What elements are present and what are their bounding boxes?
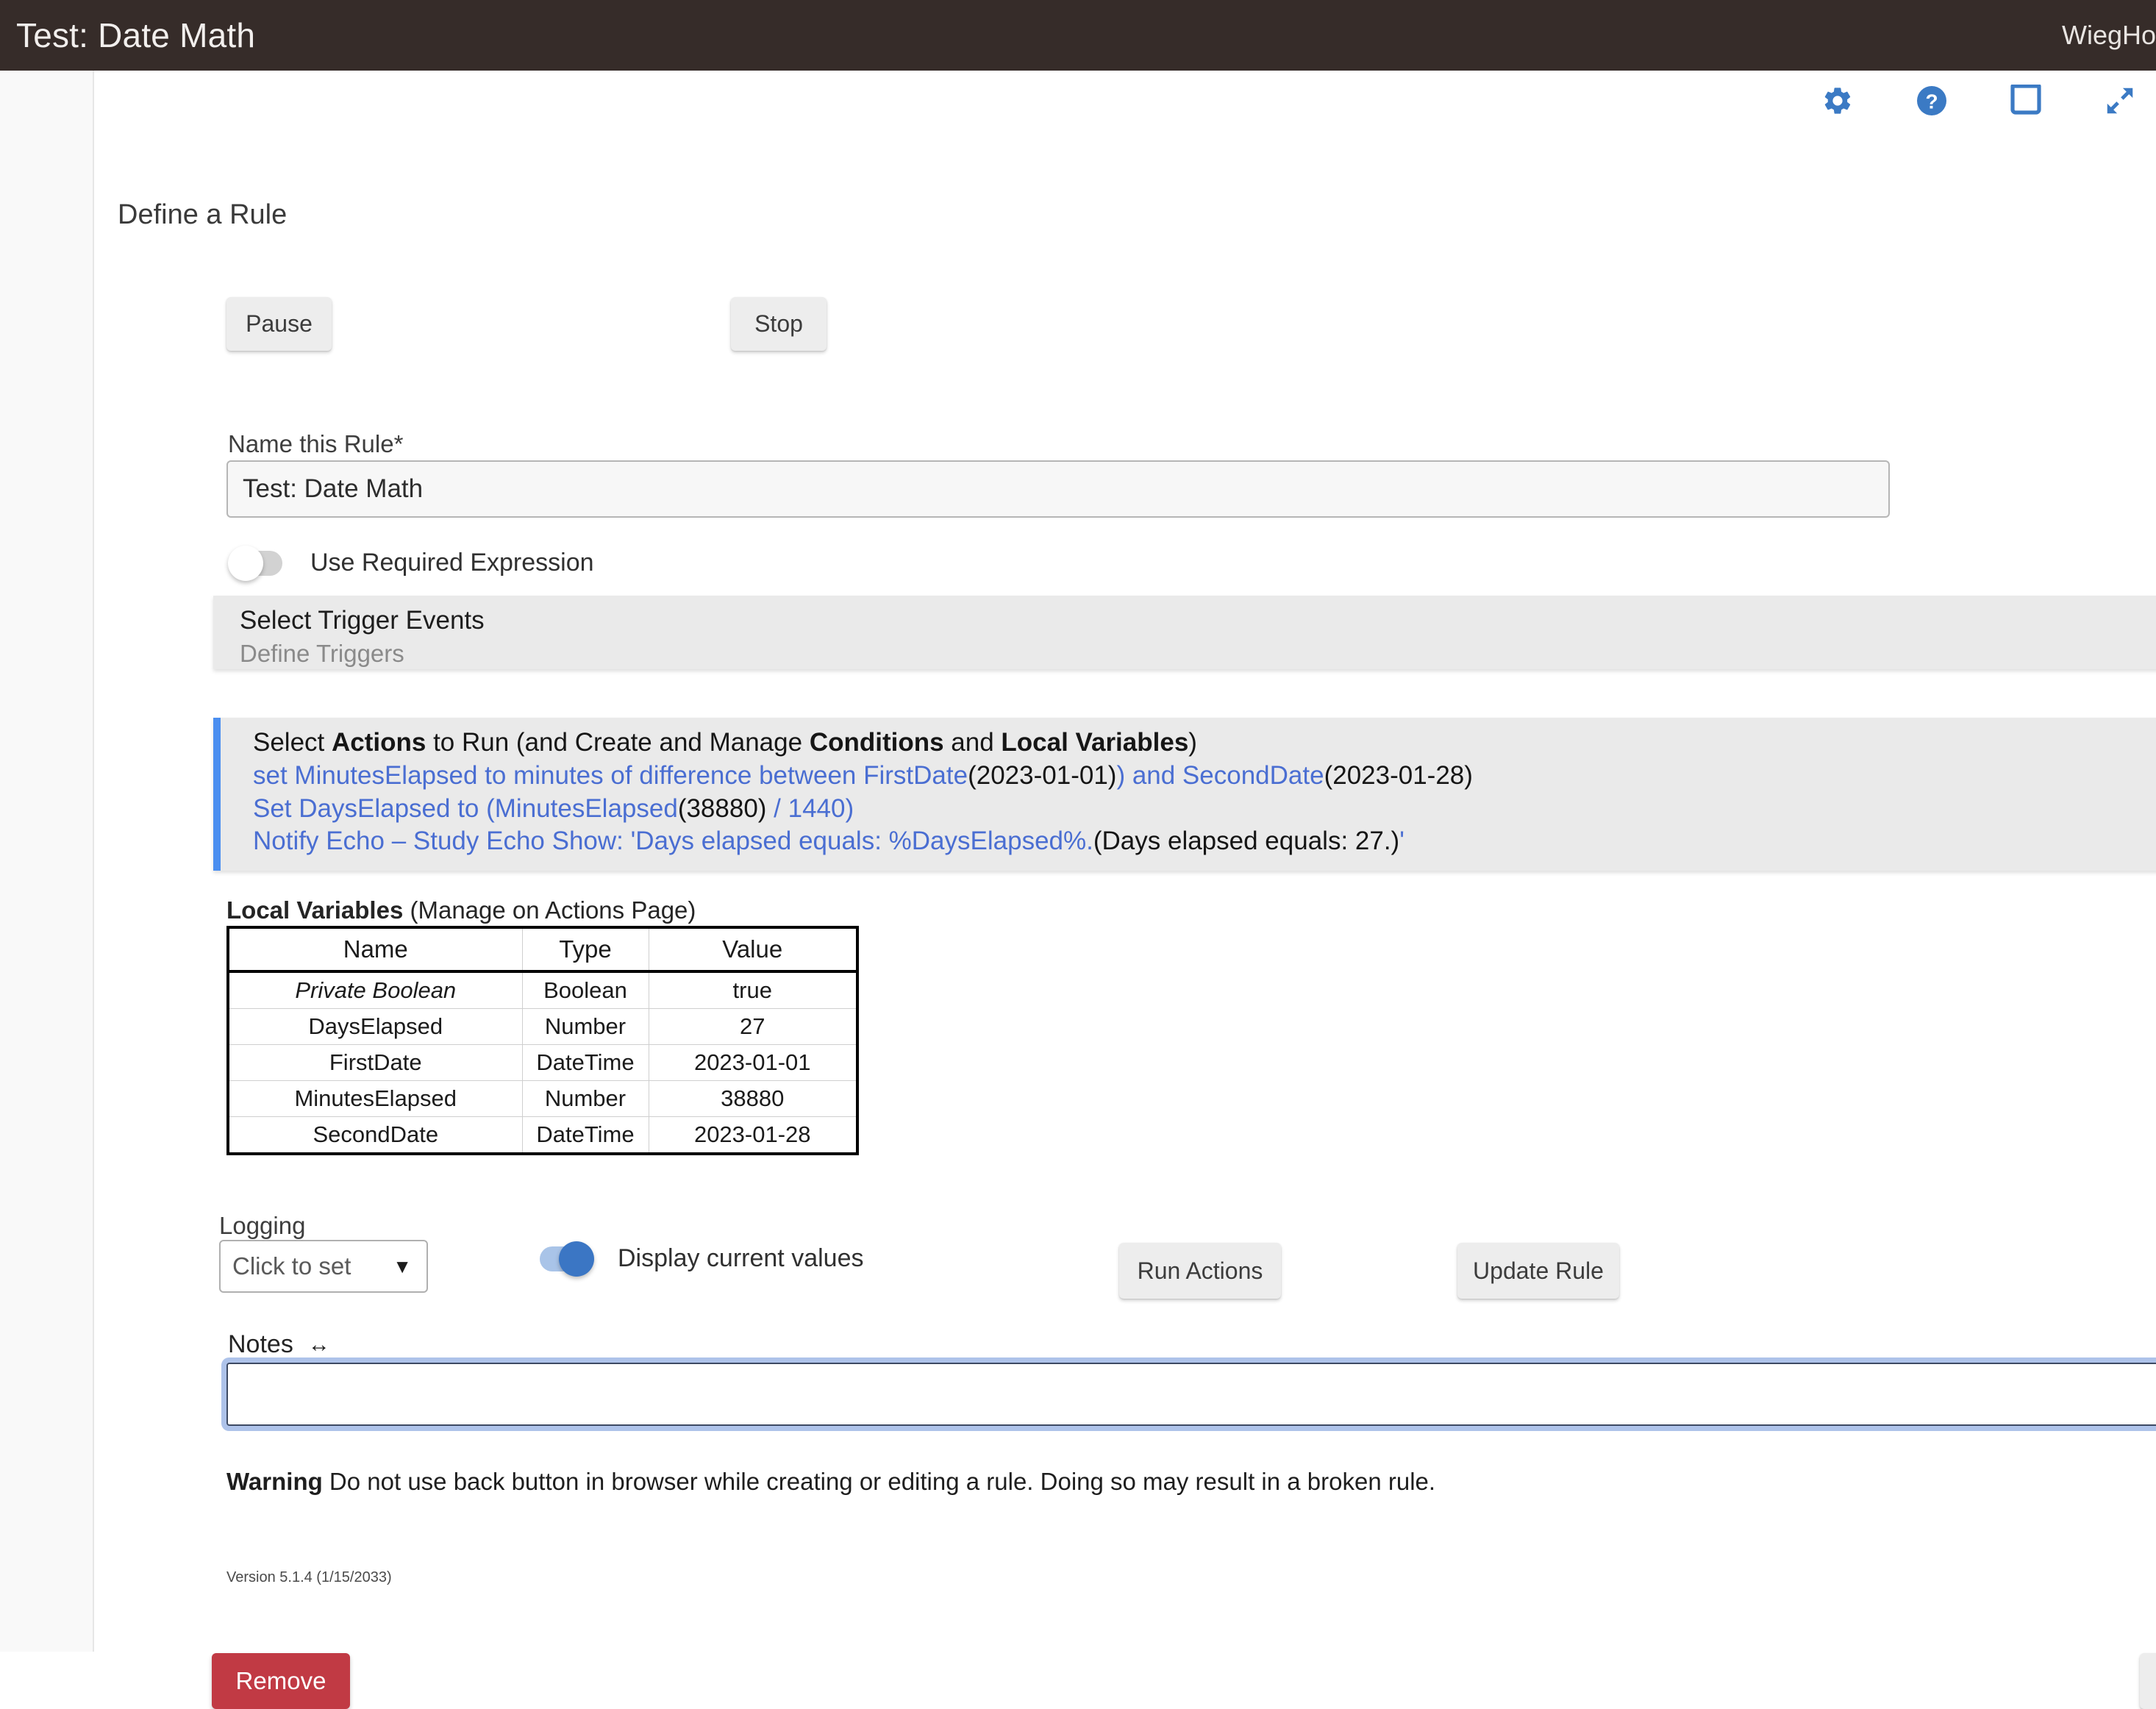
- table-row: DaysElapsed Number 27: [228, 1008, 857, 1045]
- variable-type: Boolean: [521, 971, 649, 1009]
- window-icon[interactable]: [2005, 79, 2047, 122]
- main-content-area: ? Define a Rule Pause Stop Name this Rul…: [96, 71, 2156, 1709]
- logging-select[interactable]: Click to set ▼: [219, 1240, 428, 1293]
- run-actions-button[interactable]: Run Actions: [1119, 1243, 1281, 1299]
- toolbar-icon-row: ?: [1816, 79, 2141, 122]
- variable-name: DaysElapsed: [228, 1008, 523, 1045]
- action-line-2[interactable]: Set DaysElapsed to (MinutesElapsed(38880…: [253, 793, 2156, 826]
- variable-value: 2023-01-28: [648, 1116, 857, 1155]
- gear-icon[interactable]: [1816, 79, 1859, 122]
- display-current-values-label: Display current values: [618, 1244, 864, 1272]
- use-required-expression-label: Use Required Expression: [310, 549, 594, 577]
- local-variables-title: Local Variables (Manage on Actions Page): [226, 896, 696, 924]
- actions-heading-p1: Select: [253, 728, 332, 757]
- use-required-expression-row: Use Required Expression: [228, 545, 594, 581]
- column-header-name: Name: [227, 927, 523, 973]
- actions-panel-heading: Select Actions to Run (and Create and Ma…: [253, 727, 2156, 760]
- local-variables-title-sub: (Manage on Actions Page): [403, 896, 696, 924]
- remove-button[interactable]: Remove: [212, 1653, 350, 1709]
- notes-label-row: Notes ↔: [228, 1330, 330, 1359]
- app-header-bar: Test: Date Math WiegHom: [0, 0, 2156, 71]
- app-title: Test: Date Math: [16, 16, 256, 54]
- question-mark-circle-icon[interactable]: ?: [1910, 79, 1953, 122]
- actions-heading-p2: to Run (and Create and Manage: [426, 728, 810, 757]
- stop-button[interactable]: Stop: [731, 297, 827, 351]
- table-row: FirstDate DateTime 2023-01-01: [228, 1044, 857, 1081]
- toggle-knob: [228, 545, 263, 581]
- logging-selected-value: Click to set: [232, 1252, 351, 1280]
- resize-horizontal-icon[interactable]: ↔: [308, 1332, 330, 1357]
- column-header-value: Value: [648, 927, 858, 973]
- variable-name: SecondDate: [228, 1116, 523, 1155]
- variable-type: Number: [521, 1008, 649, 1045]
- pause-button[interactable]: Pause: [226, 297, 332, 351]
- table-header-row: Name Type Value: [227, 927, 858, 973]
- action2-value-minutes: (38880): [677, 793, 767, 823]
- trigger-panel-subtitle: Define Triggers: [240, 640, 404, 667]
- display-current-values-toggle[interactable]: [537, 1241, 594, 1277]
- variable-type: DateTime: [521, 1044, 649, 1081]
- notes-label: Notes: [228, 1330, 293, 1358]
- variable-value: 27: [648, 1008, 857, 1045]
- variable-name: Private Boolean: [228, 971, 523, 1009]
- action2-text: Set DaysElapsed to (MinutesElapsed: [253, 793, 678, 823]
- local-variables-table: Name Type Value Private Boolean Boolean …: [226, 926, 859, 1155]
- action3-text: Notify Echo – Study Echo Show: 'Days ela…: [253, 827, 1093, 856]
- variable-type: Number: [521, 1080, 649, 1117]
- table-row: SecondDate DateTime 2023-01-28: [228, 1116, 857, 1155]
- action3-text2: ': [1399, 827, 1404, 856]
- select-actions-panel[interactable]: Select Actions to Run (and Create and Ma…: [213, 718, 2156, 871]
- action-line-3[interactable]: Notify Echo – Study Echo Show: 'Days ela…: [253, 825, 2156, 858]
- rule-name-label: Name this Rule*: [228, 430, 404, 457]
- done-button[interactable]: Done: [2140, 1653, 2156, 1709]
- action1-text: set MinutesElapsed to minutes of differe…: [253, 760, 968, 790]
- chevron-down-icon[interactable]: ▼: [393, 1255, 412, 1278]
- action2-text2: / 1440): [766, 793, 854, 823]
- variable-value: true: [648, 971, 857, 1009]
- action1-value-first-date: (2023-01-01): [968, 760, 1117, 790]
- update-rule-button[interactable]: Update Rule: [1457, 1243, 1619, 1299]
- page-title: Define a Rule: [118, 199, 288, 230]
- action-line-1[interactable]: set MinutesElapsed to minutes of differe…: [253, 760, 2156, 793]
- table-row: Private Boolean Boolean true: [228, 971, 857, 1009]
- local-variables-title-bold: Local Variables: [226, 896, 404, 924]
- svg-text:?: ?: [1925, 90, 1938, 113]
- display-current-values-row: Display current values: [537, 1241, 864, 1277]
- left-sidebar-rail: [0, 71, 94, 1652]
- actions-heading-b2: Conditions: [809, 728, 944, 757]
- actions-heading-p4: ): [1188, 728, 1197, 757]
- variable-name: FirstDate: [228, 1044, 523, 1081]
- actions-heading-p3: and: [943, 728, 1002, 757]
- notes-textarea[interactable]: [226, 1363, 2156, 1426]
- actions-heading-b3: Local Variables: [1001, 728, 1189, 757]
- table-row: MinutesElapsed Number 38880: [228, 1080, 857, 1117]
- warning-bold: Warning: [226, 1468, 323, 1495]
- select-trigger-events-panel[interactable]: Select Trigger Events Define Triggers ▶: [213, 596, 2156, 669]
- action3-value-message: (Days elapsed equals: 27.): [1093, 827, 1400, 856]
- use-required-expression-toggle[interactable]: [228, 545, 285, 581]
- expand-arrows-icon[interactable]: [2099, 79, 2141, 122]
- logging-label: Logging: [219, 1212, 306, 1239]
- variable-value: 38880: [648, 1080, 857, 1117]
- variable-name: MinutesElapsed: [228, 1080, 523, 1117]
- user-name-label[interactable]: WiegHom: [2062, 20, 2156, 51]
- action1-text2: ) and SecondDate: [1116, 760, 1324, 790]
- warning-body: Do not use back button in browser while …: [322, 1468, 1436, 1495]
- column-header-type: Type: [521, 927, 649, 973]
- trigger-panel-title: Select Trigger Events: [240, 606, 485, 635]
- actions-heading-b1: Actions: [332, 728, 426, 757]
- variable-value: 2023-01-01: [648, 1044, 857, 1081]
- warning-text: Warning Do not use back button in browse…: [226, 1468, 1435, 1496]
- rule-name-input[interactable]: [226, 460, 1890, 518]
- version-label: Version 5.1.4 (1/15/2033): [226, 1569, 392, 1585]
- action1-value-second-date: (2023-01-28): [1324, 760, 1473, 790]
- variable-type: DateTime: [521, 1116, 649, 1155]
- toggle-knob: [559, 1241, 594, 1277]
